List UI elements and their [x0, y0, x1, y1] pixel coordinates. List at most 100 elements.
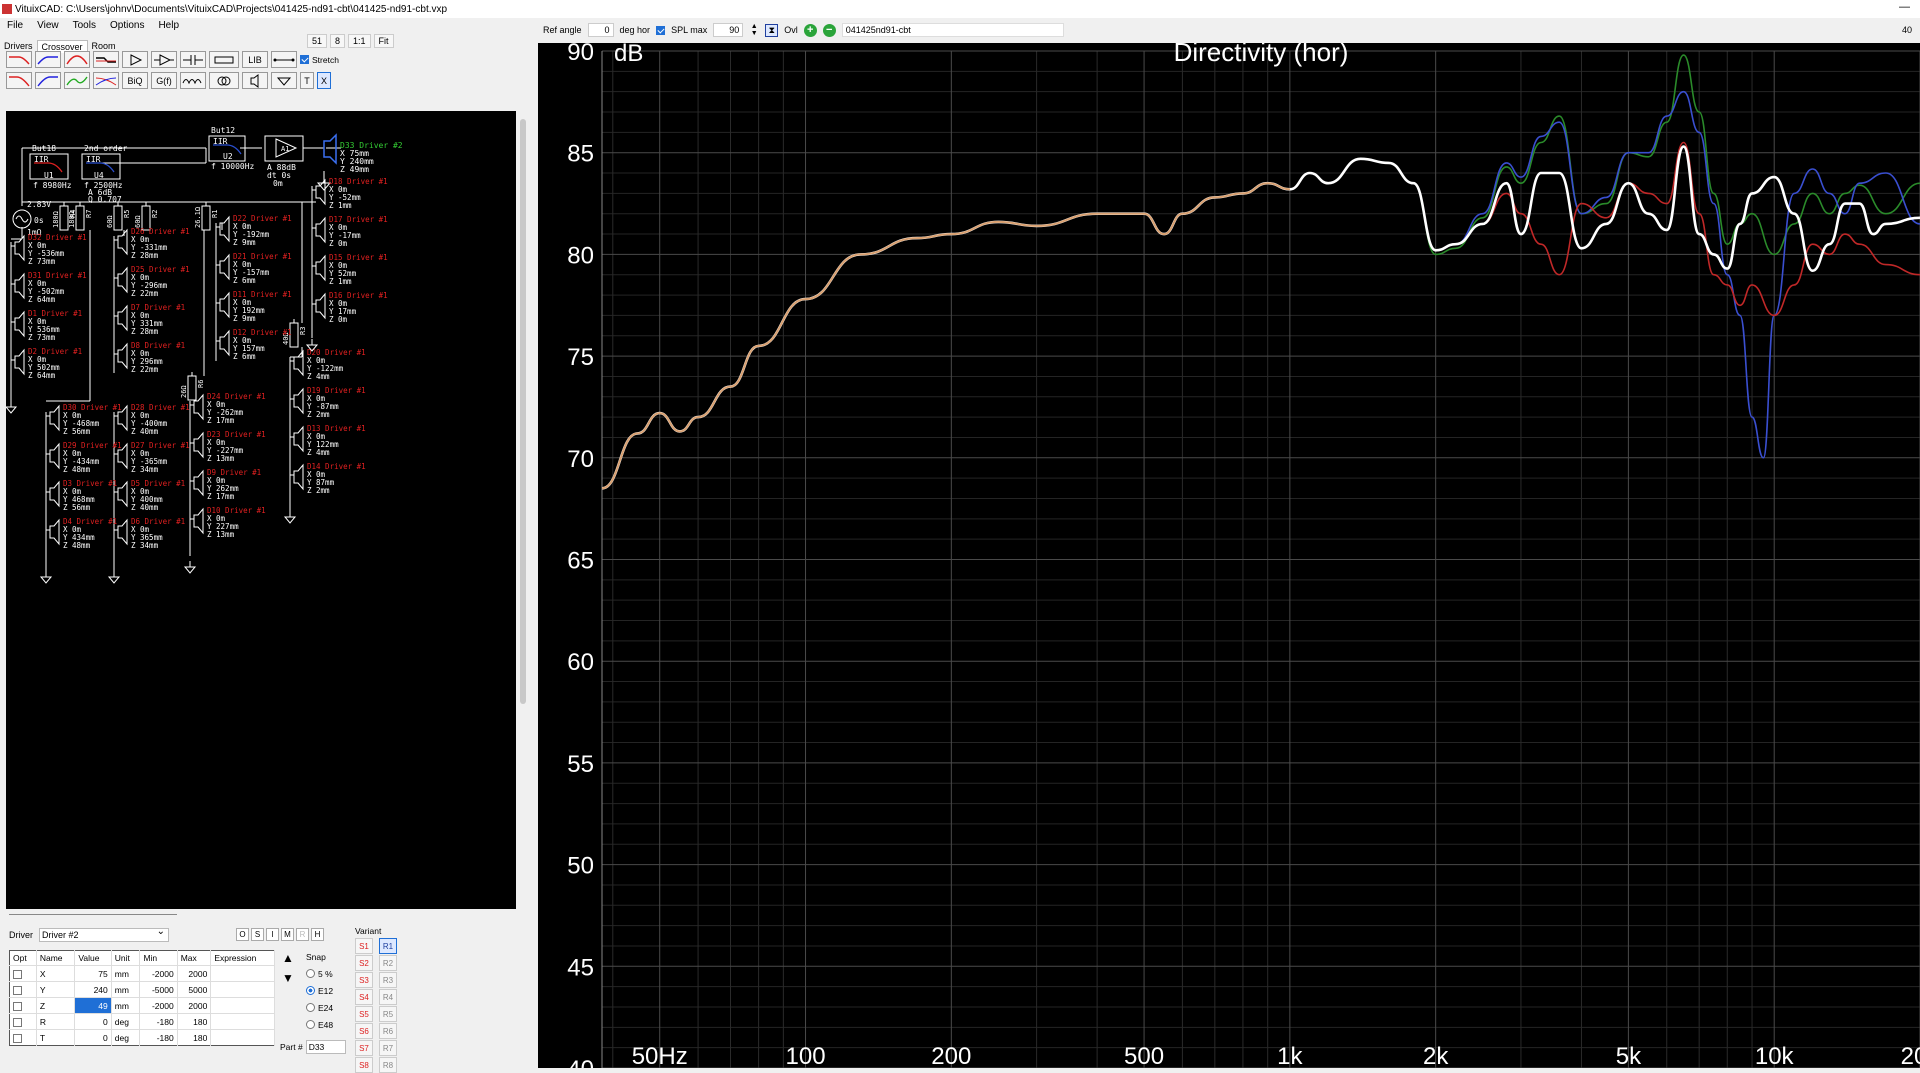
move-down-icon[interactable]: ▼: [282, 968, 294, 988]
snap-option[interactable]: E24: [306, 999, 333, 1016]
speaker-icon[interactable]: [117, 480, 128, 508]
shelf-filter-button[interactable]: [93, 51, 119, 68]
resistor-icon[interactable]: [187, 375, 197, 401]
variant-r-button[interactable]: R1: [379, 938, 397, 954]
optimize-checkbox[interactable]: [13, 985, 22, 995]
speaker-icon[interactable]: [117, 304, 128, 332]
variant-s-button[interactable]: S8: [355, 1057, 373, 1073]
menu-file[interactable]: File: [0, 19, 30, 35]
variant-s-button[interactable]: S1: [355, 938, 373, 954]
allpass-filter-button[interactable]: [64, 72, 90, 89]
spl-max-spinner-icon[interactable]: ▲ ▼: [749, 23, 759, 37]
speaker-button[interactable]: [242, 72, 268, 89]
minimize-icon[interactable]: —: [1899, 1, 1910, 13]
optimize-checkbox[interactable]: [13, 1001, 22, 1011]
scrollbar-thumb[interactable]: [520, 119, 526, 704]
snap-option[interactable]: E12: [306, 982, 333, 999]
param-value-cell[interactable]: 75: [74, 965, 112, 982]
snap-radio[interactable]: [306, 986, 315, 995]
param-max-cell[interactable]: 5000: [177, 981, 212, 998]
move-up-icon[interactable]: ▲: [282, 948, 294, 968]
snap-radio[interactable]: [306, 1020, 315, 1029]
overlay-name-input[interactable]: 041425nd91-cbt: [841, 23, 1064, 37]
param-value-cell[interactable]: 0: [74, 1013, 112, 1030]
wire-button[interactable]: [271, 51, 297, 68]
option-button[interactable]: O: [236, 928, 249, 941]
opt-cell[interactable]: [9, 965, 37, 982]
speaker-icon[interactable]: [219, 329, 230, 357]
resistor-button[interactable]: [209, 51, 239, 68]
highpass-filter-button[interactable]: [35, 51, 61, 68]
parameter-row[interactable]: X 75 mm -2000 2000: [9, 965, 275, 982]
speaker-icon[interactable]: [293, 463, 304, 491]
capacitor-button[interactable]: [180, 51, 206, 68]
variant-s-button[interactable]: S2: [355, 955, 373, 971]
param-value-cell[interactable]: 240: [74, 981, 112, 998]
param-min-cell[interactable]: -2000: [139, 997, 178, 1014]
zoom-button[interactable]: 8: [330, 34, 346, 48]
speaker-icon[interactable]: [219, 291, 230, 319]
speaker-icon[interactable]: [193, 507, 204, 535]
ground-button[interactable]: [271, 72, 297, 89]
param-max-cell[interactable]: 180: [177, 1013, 212, 1030]
resistor-icon[interactable]: [59, 205, 69, 231]
inductor-button[interactable]: [180, 72, 206, 89]
option-button[interactable]: S: [251, 928, 264, 941]
snap-option[interactable]: E48: [306, 1016, 333, 1033]
directivity-chart[interactable]: 40 45 50 55 60 65 70 75 80 85 90 50Hz 100 200 500 1k 2k 5…: [538, 43, 1920, 1068]
param-value-cell[interactable]: 49: [74, 997, 112, 1014]
param-expr-cell[interactable]: [210, 1029, 275, 1046]
opt-cell[interactable]: [9, 1029, 37, 1046]
parameter-row[interactable]: Z 49 mm -2000 2000: [9, 997, 275, 1014]
speaker-icon[interactable]: [49, 480, 60, 508]
ref-angle-input[interactable]: 0: [587, 23, 614, 37]
speaker-icon[interactable]: [117, 266, 128, 294]
variant-s-button[interactable]: S4: [355, 989, 373, 1005]
variant-r-button[interactable]: R8: [379, 1057, 397, 1073]
param-expr-cell[interactable]: [210, 981, 275, 998]
parameter-row[interactable]: Y 240 mm -5000 5000: [9, 981, 275, 998]
selected-speaker-icon[interactable]: [323, 133, 337, 165]
speaker-icon[interactable]: [14, 310, 25, 338]
remove-overlay-icon[interactable]: −: [822, 23, 836, 37]
param-min-cell[interactable]: -180: [139, 1029, 178, 1046]
variant-s-button[interactable]: S6: [355, 1023, 373, 1039]
stretch-checkbox[interactable]: [300, 55, 309, 64]
param-expr-cell[interactable]: [210, 1013, 275, 1030]
optimize-checkbox[interactable]: [13, 969, 22, 979]
variant-s-button[interactable]: S7: [355, 1040, 373, 1056]
param-max-cell[interactable]: 2000: [177, 997, 212, 1014]
param-min-cell[interactable]: -5000: [139, 981, 178, 998]
option-button[interactable]: M: [281, 928, 294, 941]
opt-cell[interactable]: [9, 1013, 37, 1030]
opt-cell[interactable]: [9, 981, 37, 998]
driver-dropdown[interactable]: Driver #2: [39, 926, 169, 942]
spl-max-input[interactable]: 90: [713, 23, 744, 37]
crossover-filter-button[interactable]: [93, 72, 119, 89]
option-button[interactable]: I: [266, 928, 279, 941]
library-button[interactable]: LIB: [242, 51, 268, 68]
amplifier-button[interactable]: [122, 51, 148, 68]
speaker-icon[interactable]: [117, 342, 128, 370]
zoom-button[interactable]: 1:1: [348, 34, 371, 48]
highpass2-filter-button[interactable]: [35, 72, 61, 89]
speaker-icon[interactable]: [14, 272, 25, 300]
opt-cell[interactable]: [9, 997, 37, 1014]
speaker-icon[interactable]: [49, 442, 60, 470]
speaker-icon[interactable]: [293, 425, 304, 453]
speaker-icon[interactable]: [219, 253, 230, 281]
zoom-button[interactable]: 51: [307, 34, 328, 48]
speaker-icon[interactable]: [315, 292, 326, 320]
variant-r-button[interactable]: R4: [379, 989, 397, 1005]
hourglass-icon[interactable]: ⧗: [765, 23, 779, 37]
optimize-checkbox[interactable]: [13, 1033, 22, 1043]
speaker-icon[interactable]: [117, 228, 128, 256]
param-max-cell[interactable]: 2000: [177, 965, 212, 982]
variant-r-button[interactable]: R6: [379, 1023, 397, 1039]
parameter-row[interactable]: T 0 deg -180 180: [9, 1029, 275, 1046]
speaker-icon[interactable]: [14, 348, 25, 376]
zoom-button[interactable]: Fit: [373, 34, 394, 48]
speaker-icon[interactable]: [315, 178, 326, 206]
resistor-icon[interactable]: [201, 205, 211, 231]
text-button[interactable]: T: [300, 72, 314, 89]
